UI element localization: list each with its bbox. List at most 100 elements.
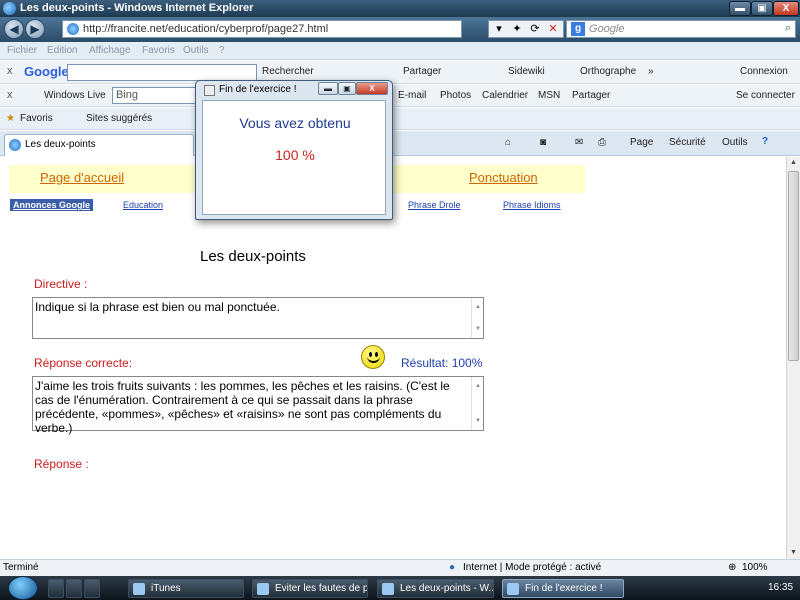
clock[interactable]: 16:35: [768, 582, 793, 593]
window-title: Les deux-points - Windows Internet Explo…: [20, 2, 254, 14]
resultat-text: Résultat: 100%: [401, 356, 483, 370]
switch-windows-icon[interactable]: [84, 579, 100, 598]
live-calendrier[interactable]: Calendrier: [482, 90, 528, 101]
ponctuation-link[interactable]: Ponctuation: [469, 170, 538, 185]
live-photos[interactable]: Photos: [440, 90, 471, 101]
dialog-close-button[interactable]: X: [356, 82, 388, 95]
status-text: Terminé: [3, 562, 39, 573]
ie-quicklaunch-icon[interactable]: [66, 579, 82, 598]
maximize-button[interactable]: ▣: [751, 1, 773, 16]
page-icon: [67, 23, 79, 35]
refresh-button[interactable]: ⟳: [527, 22, 543, 35]
annonces-google-link[interactable]: Annonces Google: [10, 199, 94, 211]
taskbar-les-deux-points[interactable]: Les deux-points - W...: [377, 579, 494, 598]
google-search-input[interactable]: [67, 64, 257, 81]
favoris-button[interactable]: Favoris: [20, 113, 53, 124]
page-icon: [9, 139, 21, 151]
phrase-idioms-link[interactable]: Phrase Idioms: [503, 200, 561, 210]
reponse-scrollbar[interactable]: ▲ ▼: [471, 377, 483, 430]
window-title-bar: Les deux-points - Windows Internet Explo…: [0, 0, 800, 17]
minimize-button[interactable]: ▬: [729, 1, 751, 16]
page-scrollbar[interactable]: ▲ ▼: [786, 157, 800, 559]
print-icon[interactable]: ⎙: [598, 137, 606, 148]
google-toolbar: x Google Rechercher Partager Sidewiki Or…: [0, 61, 800, 84]
live-partager[interactable]: Partager: [572, 90, 610, 101]
rechercher-button[interactable]: Rechercher: [262, 66, 314, 77]
taskbar-itunes[interactable]: iTunes: [128, 579, 244, 598]
desktop-quicklaunch-icon[interactable]: [48, 579, 64, 598]
address-dropdown-button[interactable]: ▾: [491, 22, 507, 35]
reponse-correcte-textarea[interactable]: J'aime les trois fruits suivants : les p…: [32, 376, 484, 435]
favorites-bar: ★ Favoris Sites suggérés: [0, 108, 800, 130]
back-button[interactable]: ◀: [4, 19, 24, 39]
start-button[interactable]: [8, 576, 38, 600]
orthographe-button[interactable]: Orthographe: [580, 66, 636, 77]
home-icon[interactable]: ⌂: [505, 137, 511, 148]
mail-icon[interactable]: ✉: [575, 137, 583, 148]
live-msn[interactable]: MSN: [538, 90, 560, 101]
smiley-icon: [361, 345, 385, 369]
menu-favoris[interactable]: Favoris: [142, 45, 175, 56]
directive-scrollbar[interactable]: ▲ ▼: [471, 298, 483, 338]
securite-menu[interactable]: Sécurité: [669, 137, 706, 148]
taskbar-eviter-fautes[interactable]: Eviter les fautes de p...: [252, 579, 368, 598]
tab-row: Les deux-points ⌂ ◙ ✉ ⎙ Page Sécurité Ou…: [0, 131, 800, 156]
zoom-level[interactable]: 100%: [742, 562, 768, 573]
search-icon[interactable]: ⌕: [785, 22, 791, 35]
scroll-up-icon[interactable]: ▲: [787, 157, 800, 169]
star-icon: ★: [6, 113, 15, 124]
search-box[interactable]: g Google ⌕: [566, 20, 796, 38]
taskbar: iTunes Eviter les fautes de p... Les deu…: [0, 576, 800, 600]
menu-edition[interactable]: Edition: [47, 45, 78, 56]
page-accueil-link[interactable]: Page d'accueil: [40, 170, 124, 185]
directive-textarea[interactable]: Indique si la phrase est bien ou mal pon…: [32, 297, 484, 339]
address-bar[interactable]: http://francite.net/education/cyberprof/…: [62, 20, 462, 38]
education-link[interactable]: Education: [123, 200, 163, 210]
sites-suggeres-button[interactable]: Sites suggérés: [86, 113, 152, 124]
close-button[interactable]: X: [773, 1, 799, 16]
status-zone[interactable]: Internet | Mode protégé : activé: [463, 562, 601, 573]
menu-outils[interactable]: Outils: [183, 45, 209, 56]
live-toolbar-close[interactable]: x: [7, 89, 13, 101]
connexion-button[interactable]: Connexion: [740, 66, 788, 77]
ie-logo-icon: [3, 2, 16, 15]
dialog-icon: [204, 85, 215, 96]
dialog-minimize-button[interactable]: ▬: [318, 82, 338, 95]
help-icon[interactable]: ?: [762, 136, 768, 147]
live-email[interactable]: E-mail: [398, 90, 426, 101]
feeds-icon[interactable]: ◙: [540, 137, 546, 148]
fin-exercice-dialog: Fin de l'exercice ! ▬ ▣ X Vous avez obte…: [195, 80, 393, 220]
compat-view-button[interactable]: ✦: [509, 22, 525, 35]
tab-label: Les deux-points: [25, 139, 96, 150]
partager-button[interactable]: Partager: [403, 66, 441, 77]
status-bar: Terminé ● Internet | Mode protégé : acti…: [0, 559, 800, 576]
outils-menu[interactable]: Outils: [722, 137, 748, 148]
search-placeholder: Google: [589, 23, 625, 35]
scroll-down-icon[interactable]: ▼: [787, 547, 800, 559]
bing-search-input[interactable]: Bing: [112, 87, 202, 104]
dialog-maximize-button[interactable]: ▣: [338, 82, 356, 95]
scroll-thumb[interactable]: [788, 171, 799, 361]
dialog-score: 100 %: [275, 147, 315, 163]
menu-help[interactable]: ?: [219, 45, 225, 56]
se-connecter-button[interactable]: Se connecter: [736, 90, 795, 101]
directive-text: Indique si la phrase est bien ou mal pon…: [35, 300, 280, 314]
address-url[interactable]: http://francite.net/education/cyberprof/…: [83, 23, 328, 35]
reponse-correcte-text: J'aime les trois fruits suivants : les p…: [35, 379, 450, 435]
google-toolbar-close[interactable]: x: [7, 65, 13, 77]
more-button[interactable]: »: [648, 66, 654, 77]
globe-icon: ●: [449, 562, 456, 573]
stop-button[interactable]: ✕: [545, 22, 561, 35]
sidewiki-button[interactable]: Sidewiki: [508, 66, 545, 77]
menu-fichier[interactable]: Fichier: [7, 45, 37, 56]
page-menu[interactable]: Page: [630, 137, 653, 148]
menu-affichage[interactable]: Affichage: [89, 45, 131, 56]
forward-button[interactable]: ▶: [25, 19, 45, 39]
tab-les-deux-points[interactable]: Les deux-points: [4, 134, 194, 156]
dialog-title: Fin de l'exercice !: [219, 84, 297, 95]
taskbar-fin-exercice[interactable]: Fin de l'exercice !: [502, 579, 624, 598]
dialog-message: Vous avez obtenu: [239, 115, 351, 131]
google-logo: Google: [24, 64, 69, 79]
phrase-drole-link[interactable]: Phrase Drole: [408, 200, 461, 210]
windows-live-logo[interactable]: Windows Live: [44, 90, 106, 101]
